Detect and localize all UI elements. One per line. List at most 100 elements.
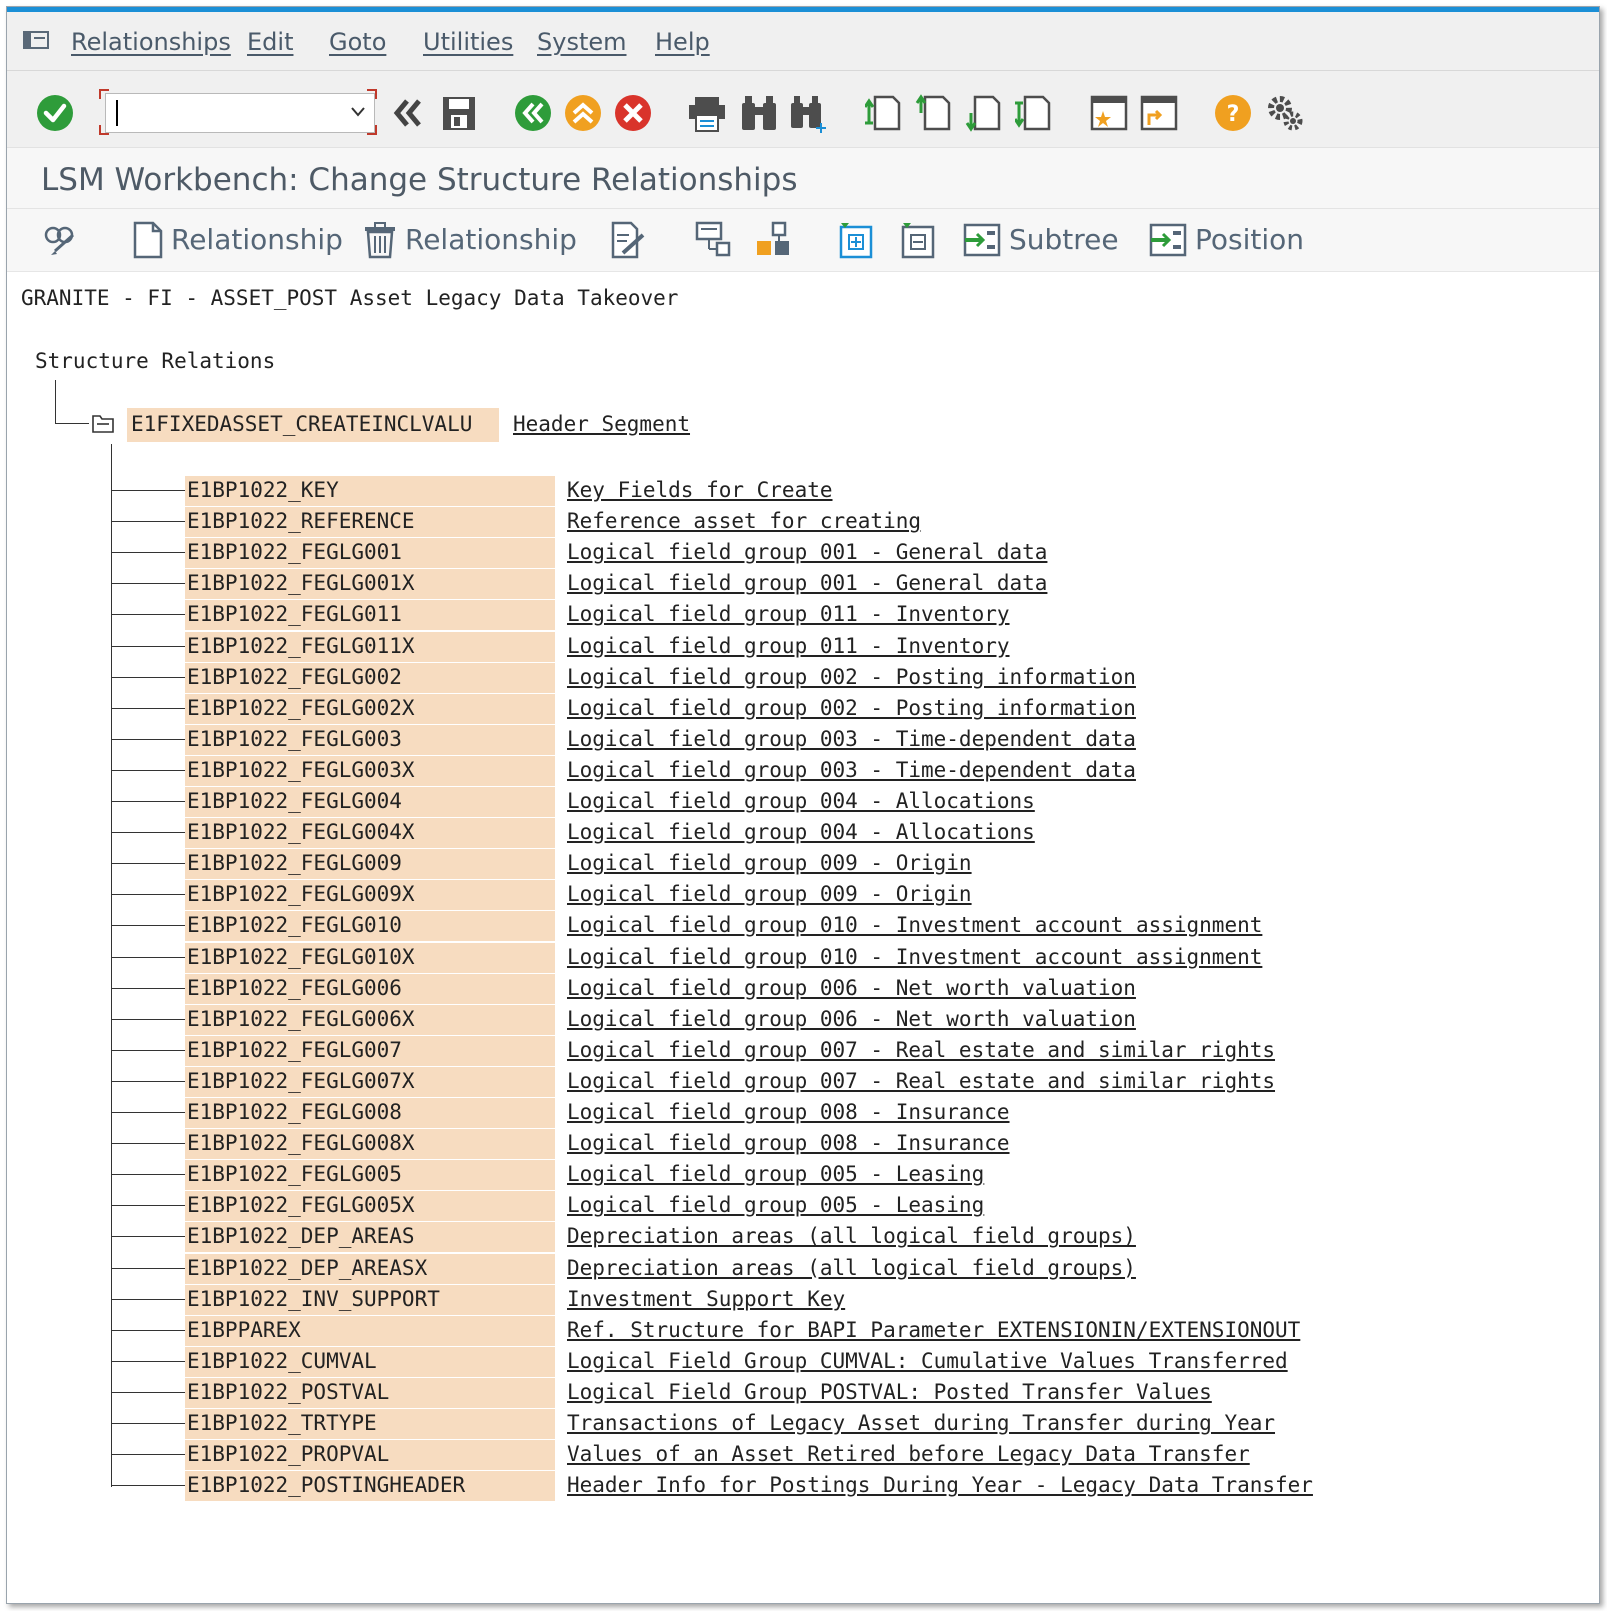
segment-description-link[interactable]: Logical field group 007 - Real estate an…: [567, 1038, 1275, 1062]
segment-name[interactable]: E1BP1022_POSTINGHEADER: [187, 1473, 465, 1497]
subtree-button[interactable]: Subtree: [1009, 223, 1119, 256]
position-button[interactable]: Position: [1195, 223, 1304, 256]
edit-document-icon[interactable]: [609, 221, 647, 259]
segment-name[interactable]: E1BPPAREX: [187, 1318, 301, 1342]
segment-row[interactable]: E1BP1022_REFERENCE Reference asset for cr…: [7, 506, 1507, 538]
segment-name[interactable]: E1BP1022_FEGLG006: [187, 976, 402, 1000]
segment-row[interactable]: E1BP1022_FEGLG011 Logical field group 011…: [7, 599, 1507, 631]
segment-description-link[interactable]: Logical Field Group CUMVAL: Cumulative V…: [567, 1349, 1288, 1373]
print-icon[interactable]: [687, 93, 727, 133]
segment-description-link[interactable]: Logical field group 003 - Time-dependent…: [567, 727, 1136, 751]
command-input[interactable]: [105, 93, 375, 133]
chevron-down-icon[interactable]: [350, 106, 366, 118]
segment-name[interactable]: E1BP1022_FEGLG009: [187, 851, 402, 875]
hierarchy-icon[interactable]: [693, 221, 731, 259]
segment-description-link[interactable]: Logical field group 010 - Investment acc…: [567, 913, 1262, 937]
segment-name[interactable]: E1BP1022_FEGLG011X: [187, 634, 415, 658]
segment-name[interactable]: E1BP1022_FEGLG011: [187, 602, 402, 626]
segment-row[interactable]: E1BP1022_POSTVAL Logical Field Group POST…: [7, 1377, 1507, 1408]
segment-description-link[interactable]: Logical field group 003 - Time-dependent…: [567, 758, 1136, 782]
create-relationship-button[interactable]: Relationship: [171, 223, 343, 256]
segment-row[interactable]: E1BP1022_FEGLG007 Logical field group 007…: [7, 1035, 1507, 1066]
help-icon[interactable]: ?: [1213, 93, 1253, 133]
segment-name[interactable]: E1BP1022_FEGLG002X: [187, 696, 415, 720]
segment-name[interactable]: E1BP1022_FEGLG003X: [187, 758, 415, 782]
segment-name[interactable]: E1BP1022_REFERENCE: [187, 509, 415, 533]
find-next-icon[interactable]: [789, 93, 829, 133]
segment-row[interactable]: E1BP1022_FEGLG002 Logical field group 002…: [7, 662, 1507, 693]
root-segment-description[interactable]: Header Segment: [513, 412, 690, 436]
segment-row[interactable]: E1BP1022_KEY Key Fields for Create: [7, 475, 1507, 506]
segment-row[interactable]: E1BP1022_CUMVAL Logical Field Group CUMVA…: [7, 1346, 1507, 1377]
segment-name[interactable]: E1BP1022_FEGLG008X: [187, 1131, 415, 1155]
segment-name[interactable]: E1BP1022_FEGLG003: [187, 727, 402, 751]
segment-name[interactable]: E1BP1022_FEGLG010: [187, 913, 402, 937]
segment-row[interactable]: E1BP1022_FEGLG011X Logical field group 01…: [7, 631, 1507, 662]
segment-description-link[interactable]: Key Fields for Create: [567, 478, 833, 502]
enter-icon[interactable]: [35, 93, 75, 133]
segment-description-link[interactable]: Logical field group 008 - Insurance: [567, 1100, 1010, 1124]
segment-name[interactable]: E1BP1022_KEY: [187, 478, 339, 502]
segment-row[interactable]: E1BP1022_FEGLG007X Logical field group 00…: [7, 1066, 1507, 1097]
segment-row[interactable]: E1BP1022_INV_SUPPORT Investment Support K…: [7, 1284, 1507, 1315]
segment-description-link[interactable]: Depreciation areas (all logical field gr…: [567, 1224, 1136, 1248]
collapse-subtree-icon[interactable]: [899, 221, 937, 259]
segment-name[interactable]: E1BP1022_CUMVAL: [187, 1349, 377, 1373]
segment-description-link[interactable]: Logical field group 009 - Origin: [567, 882, 972, 906]
segment-row[interactable]: E1BP1022_FEGLG001X Logical field group 00…: [7, 568, 1507, 600]
segment-row[interactable]: E1BP1022_POSTINGHEADER Header Info for Po…: [7, 1470, 1507, 1502]
display-change-icon[interactable]: [41, 221, 79, 259]
expand-subtree-icon[interactable]: [837, 221, 875, 259]
segment-description-link[interactable]: Logical field group 001 - General data: [567, 540, 1047, 564]
first-page-icon[interactable]: [865, 93, 905, 133]
segment-row[interactable]: E1BP1022_FEGLG008 Logical field group 008…: [7, 1097, 1507, 1128]
trash-icon[interactable]: [361, 221, 399, 259]
org-structure-icon[interactable]: [755, 221, 793, 259]
segment-row[interactable]: E1BP1022_FEGLG003X Logical field group 00…: [7, 755, 1507, 786]
segment-description-link[interactable]: Transactions of Legacy Asset during Tran…: [567, 1411, 1275, 1435]
exit-icon[interactable]: [563, 93, 603, 133]
segment-row[interactable]: E1BP1022_FEGLG006X Logical field group 00…: [7, 1004, 1507, 1035]
segment-row[interactable]: E1BP1022_FEGLG005 Logical field group 005…: [7, 1159, 1507, 1191]
menu-help[interactable]: Help: [655, 28, 710, 56]
segment-name[interactable]: E1BP1022_POSTVAL: [187, 1380, 389, 1404]
segment-row[interactable]: E1BP1022_FEGLG005X Logical field group 00…: [7, 1190, 1507, 1222]
segment-description-link[interactable]: Logical field group 005 - Leasing: [567, 1193, 984, 1217]
segment-description-link[interactable]: Logical field group 011 - Inventory: [567, 634, 1010, 658]
segment-row[interactable]: E1BP1022_FEGLG001 Logical field group 001…: [7, 537, 1507, 569]
folder-open-icon[interactable]: [91, 412, 115, 434]
segment-name[interactable]: E1BP1022_FEGLG010X: [187, 945, 415, 969]
segment-row[interactable]: E1BP1022_FEGLG009 Logical field group 009…: [7, 848, 1507, 880]
segment-name[interactable]: E1BP1022_FEGLG001: [187, 540, 402, 564]
segment-name[interactable]: E1BP1022_FEGLG005: [187, 1162, 402, 1186]
segment-row[interactable]: E1BP1022_FEGLG008X Logical field group 00…: [7, 1128, 1507, 1160]
segment-row[interactable]: E1BP1022_FEGLG004X Logical field group 00…: [7, 817, 1507, 849]
last-page-icon[interactable]: [1015, 93, 1055, 133]
segment-description-link[interactable]: Logical field group 001 - General data: [567, 571, 1047, 595]
segment-description-link[interactable]: Logical field group 002 - Posting inform…: [567, 665, 1136, 689]
segment-description-link[interactable]: Logical field group 006 - Net worth valu…: [567, 976, 1136, 1000]
segment-name[interactable]: E1BP1022_INV_SUPPORT: [187, 1287, 440, 1311]
segment-name[interactable]: E1BP1022_FEGLG002: [187, 665, 402, 689]
segment-description-link[interactable]: Logical field group 008 - Insurance: [567, 1131, 1010, 1155]
command-field[interactable]: [99, 89, 377, 139]
create-document-icon[interactable]: [129, 221, 167, 259]
segment-description-link[interactable]: Logical field group 002 - Posting inform…: [567, 696, 1136, 720]
save-icon[interactable]: [439, 93, 479, 133]
segment-row[interactable]: E1BP1022_FEGLG006 Logical field group 006…: [7, 973, 1507, 1004]
segment-name[interactable]: E1BP1022_PROPVAL: [187, 1442, 389, 1466]
segment-name[interactable]: E1BP1022_DEP_AREAS: [187, 1224, 415, 1248]
segment-row[interactable]: E1BP1022_PROPVAL Values of an Asset Retir…: [7, 1439, 1507, 1471]
position-icon[interactable]: [1149, 221, 1187, 259]
subtree-icon[interactable]: [963, 221, 1001, 259]
segment-description-link[interactable]: Logical Field Group POSTVAL: Posted Tran…: [567, 1380, 1212, 1404]
segment-row[interactable]: E1BPPAREX Ref. Structure for BAPI Paramet…: [7, 1315, 1507, 1346]
segment-name[interactable]: E1BP1022_FEGLG005X: [187, 1193, 415, 1217]
delete-relationship-button[interactable]: Relationship: [405, 223, 577, 256]
generate-shortcut-icon[interactable]: [1139, 93, 1179, 133]
segment-description-link[interactable]: Reference asset for creating: [567, 509, 921, 533]
segment-name[interactable]: E1BP1022_TRTYPE: [187, 1411, 377, 1435]
segment-name[interactable]: E1BP1022_FEGLG001X: [187, 571, 415, 595]
segment-description-link[interactable]: Logical field group 006 - Net worth valu…: [567, 1007, 1136, 1031]
segment-row[interactable]: E1BP1022_FEGLG003 Logical field group 003…: [7, 724, 1507, 755]
